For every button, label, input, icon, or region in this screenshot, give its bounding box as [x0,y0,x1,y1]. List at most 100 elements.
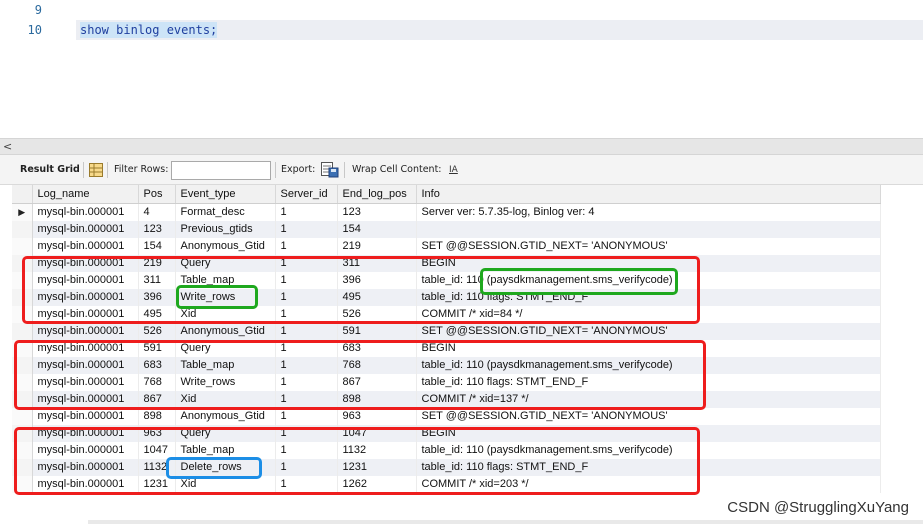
result-grid-tab[interactable]: Result Grid [20,155,80,185]
row-marker[interactable] [12,475,33,493]
cell-server-id[interactable]: 1 [275,305,338,323]
cell-info[interactable]: Server ver: 5.7.35-log, Binlog ver: 4 [416,203,881,221]
cell-pos[interactable]: 311 [138,271,176,289]
cell-end-log-pos[interactable]: 591 [337,322,417,340]
cell-info[interactable]: BEGIN [416,339,881,357]
cell-event-type[interactable]: Table_map [175,441,276,459]
cell-info[interactable]: SET @@SESSION.GTID_NEXT= 'ANONYMOUS' [416,237,881,255]
cell-event-type[interactable]: Xid [175,475,276,493]
table-row[interactable]: mysql-bin.000001 495 Xid 1 526 COMMIT /* xid=… [12,305,881,323]
table-row[interactable]: mysql-bin.000001 768 Write_rows 1 867 table_i… [12,373,881,391]
cell-info[interactable]: SET @@SESSION.GTID_NEXT= 'ANONYMOUS' [416,322,881,340]
cell-pos[interactable]: 123 [138,220,176,238]
cell-server-id[interactable]: 1 [275,407,338,425]
cell-pos[interactable]: 1132 [138,458,176,476]
cell-end-log-pos[interactable]: 1047 [337,424,417,442]
cell-info[interactable]: table_id: 110 flags: STMT_END_F [416,373,881,391]
cell-server-id[interactable]: 1 [275,475,338,493]
cell-pos[interactable]: 683 [138,356,176,374]
cell-info[interactable]: SET @@SESSION.GTID_NEXT= 'ANONYMOUS' [416,407,881,425]
cell-end-log-pos[interactable]: 396 [337,271,417,289]
cell-info[interactable]: COMMIT /* xid=203 */ [416,475,881,493]
cell-info[interactable]: BEGIN [416,424,881,442]
row-marker[interactable] [12,237,33,255]
cell-end-log-pos[interactable]: 898 [337,390,417,408]
cell-log-name[interactable]: mysql-bin.000001 [32,356,139,374]
cell-end-log-pos[interactable]: 1262 [337,475,417,493]
cell-info[interactable]: table_id: 110 flags: STMT_END_F [416,458,881,476]
row-marker[interactable]: ▶ [12,203,33,221]
cell-event-type[interactable]: Anonymous_Gtid [175,237,276,255]
cell-log-name[interactable]: mysql-bin.000001 [32,373,139,391]
cell-event-type[interactable]: Query [175,424,276,442]
cell-end-log-pos[interactable]: 154 [337,220,417,238]
column-header-pos[interactable]: Pos [138,185,176,204]
cell-server-id[interactable]: 1 [275,339,338,357]
cell-server-id[interactable]: 1 [275,237,338,255]
cell-event-type[interactable]: Write_rows [175,373,276,391]
cell-log-name[interactable]: mysql-bin.000001 [32,271,139,289]
filter-rows-input[interactable] [171,161,271,180]
cell-log-name[interactable]: mysql-bin.000001 [32,203,139,221]
cell-pos[interactable]: 963 [138,424,176,442]
table-row[interactable]: ▶ mysql-bin.000001 4 Format_desc 1 123 Server … [12,203,881,221]
cell-end-log-pos[interactable]: 219 [337,237,417,255]
export-icon[interactable] [321,162,339,178]
cell-event-type[interactable]: Write_rows [175,288,276,306]
cell-pos[interactable]: 495 [138,305,176,323]
table-row[interactable]: mysql-bin.000001 1231 Xid 1 1262 COMMIT /* xi… [12,475,881,493]
row-marker[interactable] [12,254,33,272]
cell-event-type[interactable]: Anonymous_Gtid [175,322,276,340]
cell-pos[interactable]: 4 [138,203,176,221]
cell-info[interactable]: COMMIT /* xid=84 */ [416,305,881,323]
row-marker[interactable] [12,220,33,238]
cell-info[interactable]: COMMIT /* xid=137 */ [416,390,881,408]
cell-pos[interactable]: 898 [138,407,176,425]
cell-log-name[interactable]: mysql-bin.000001 [32,254,139,272]
cell-event-type[interactable]: Table_map [175,356,276,374]
cell-server-id[interactable]: 1 [275,271,338,289]
cell-end-log-pos[interactable]: 1132 [337,441,417,459]
wrap-cell-icon[interactable]: IA [449,155,458,185]
row-marker[interactable] [12,288,33,306]
cell-server-id[interactable]: 1 [275,390,338,408]
cell-info[interactable]: table_id: 110 flags: STMT_END_F [416,288,881,306]
table-row[interactable]: mysql-bin.000001 154 Anonymous_Gtid 1 219 SET… [12,237,881,255]
cell-end-log-pos[interactable]: 867 [337,373,417,391]
cell-log-name[interactable]: mysql-bin.000001 [32,305,139,323]
cell-pos[interactable]: 526 [138,322,176,340]
cell-event-type[interactable]: Query [175,339,276,357]
cell-event-type[interactable]: Previous_gtids [175,220,276,238]
cell-end-log-pos[interactable]: 526 [337,305,417,323]
cell-pos[interactable]: 154 [138,237,176,255]
cell-log-name[interactable]: mysql-bin.000001 [32,322,139,340]
cell-server-id[interactable]: 1 [275,288,338,306]
cell-log-name[interactable]: mysql-bin.000001 [32,237,139,255]
cell-server-id[interactable]: 1 [275,220,338,238]
cell-end-log-pos[interactable]: 768 [337,356,417,374]
cell-info[interactable] [416,220,881,238]
table-row[interactable]: mysql-bin.000001 219 Query 1 311 BEGIN [12,254,881,272]
cell-log-name[interactable]: mysql-bin.000001 [32,339,139,357]
cell-event-type[interactable]: Query [175,254,276,272]
cell-event-type[interactable]: Xid [175,305,276,323]
cell-pos[interactable]: 867 [138,390,176,408]
table-row[interactable]: mysql-bin.000001 396 Write_rows 1 495 table_i… [12,288,881,306]
cell-server-id[interactable]: 1 [275,254,338,272]
row-marker[interactable] [12,356,33,374]
column-header-info[interactable]: Info [416,185,881,204]
cell-pos[interactable]: 591 [138,339,176,357]
cell-event-type[interactable]: Anonymous_Gtid [175,407,276,425]
cell-pos[interactable]: 219 [138,254,176,272]
cell-info[interactable]: table_id: 110 (paysdkmanagement.sms_veri… [416,271,881,289]
column-header-server-id[interactable]: Server_id [275,185,338,204]
cell-event-type[interactable]: Delete_rows [175,458,276,476]
table-row[interactable]: mysql-bin.000001 591 Query 1 683 BEGIN [12,339,881,357]
cell-pos[interactable]: 1231 [138,475,176,493]
table-row[interactable]: mysql-bin.000001 683 Table_map 1 768 table_id… [12,356,881,374]
table-row[interactable]: mysql-bin.000001 526 Anonymous_Gtid 1 591 SET… [12,322,881,340]
cell-end-log-pos[interactable]: 495 [337,288,417,306]
cell-event-type[interactable]: Xid [175,390,276,408]
horizontal-scrollbar[interactable]: < [0,138,923,155]
row-marker[interactable] [12,271,33,289]
